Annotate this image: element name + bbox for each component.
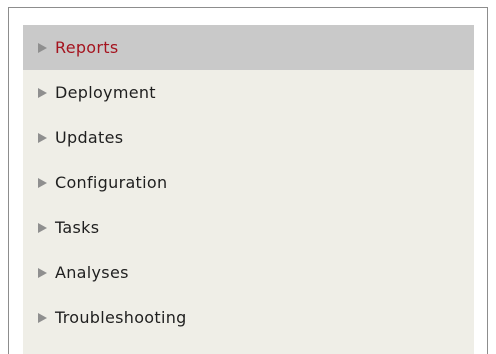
navigation-menu: Reports Deployment Updates Configuration… [23,25,474,354]
triangle-right-icon [38,87,47,98]
menu-item-reports[interactable]: Reports [23,25,474,70]
menu-item-label: Configuration [55,173,168,192]
menu-panel: Reports Deployment Updates Configuration… [8,7,488,354]
menu-item-updates[interactable]: Updates [23,115,474,160]
triangle-right-icon [38,222,47,233]
triangle-right-icon [38,177,47,188]
menu-item-label: Reports [55,38,119,57]
menu-item-label: Tasks [55,218,100,237]
menu-item-troubleshooting[interactable]: Troubleshooting [23,295,474,340]
menu-item-deployment[interactable]: Deployment [23,70,474,115]
menu-item-analyses[interactable]: Analyses [23,250,474,295]
menu-item-label: Updates [55,128,124,147]
menu-item-label: Analyses [55,263,129,282]
menu-item-configuration[interactable]: Configuration [23,160,474,205]
triangle-right-icon [38,132,47,143]
triangle-right-icon [38,267,47,278]
menu-item-tasks[interactable]: Tasks [23,205,474,250]
triangle-right-icon [38,42,47,53]
menu-item-label: Troubleshooting [55,308,187,327]
menu-item-label: Deployment [55,83,156,102]
triangle-right-icon [38,312,47,323]
